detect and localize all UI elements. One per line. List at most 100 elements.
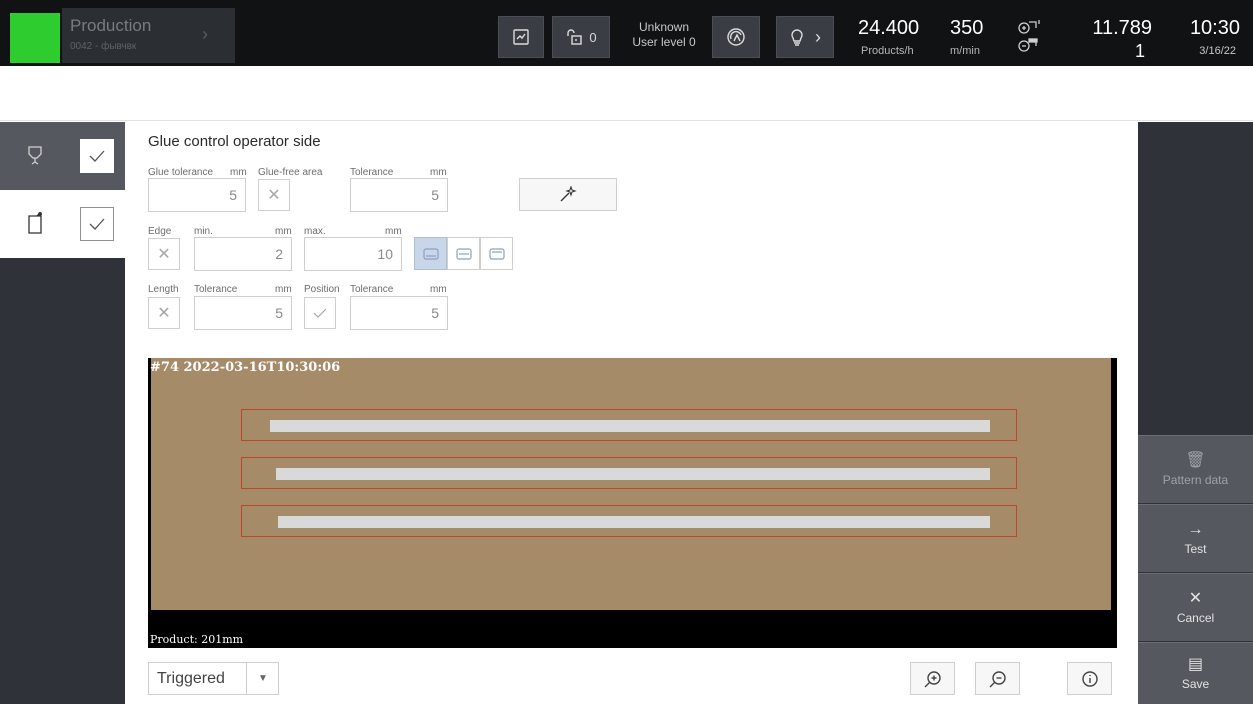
max-unit: mm <box>385 226 402 237</box>
glue-free-area-checkbox[interactable]: ✕ <box>258 179 290 211</box>
close-icon: ✕ <box>267 187 281 204</box>
test-button[interactable]: → Test <box>1138 504 1253 572</box>
edge-label: Edge <box>148 226 172 237</box>
test-label: Test <box>1184 541 1207 556</box>
production-order: 0042 - фывчвк <box>70 41 137 52</box>
zoom-in-button[interactable] <box>910 662 955 695</box>
info-button[interactable] <box>1067 662 1112 695</box>
waste-button[interactable] <box>712 16 760 58</box>
tolerance-label: Tolerance <box>350 167 394 178</box>
edge-mode-bottom-button[interactable] <box>414 237 447 270</box>
left-tab-glue[interactable] <box>0 122 125 190</box>
trash-icon: 🗑 <box>1185 451 1206 469</box>
zoom-in-icon <box>924 670 941 687</box>
min-unit: mm <box>275 226 292 237</box>
length-tolerance-input[interactable]: 5 <box>194 296 292 330</box>
clock-date: 3/16/22 <box>1199 45 1236 57</box>
note-button[interactable] <box>498 16 544 58</box>
arrow-right-icon: → <box>1187 520 1204 538</box>
info-icon <box>1081 670 1098 687</box>
trigger-mode-select[interactable]: Triggered ▼ <box>148 662 279 695</box>
speed-products-readout: 24.400 Products/h <box>858 17 919 57</box>
position-checkbox[interactable] <box>304 297 336 329</box>
edge-mode-middle-button[interactable] <box>447 237 480 270</box>
trigger-mode-value: Triggered <box>157 670 225 687</box>
waste-icon <box>727 28 745 46</box>
message-bar <box>0 66 1253 121</box>
edge-max-input[interactable]: 10 <box>304 237 402 271</box>
position-tolerance-unit: mm <box>430 284 447 295</box>
close-icon: ✕ <box>157 305 171 322</box>
top-bar: Production 0042 - фывчвк › 0 Unknown Use… <box>0 0 1253 66</box>
lightbulb-icon <box>791 29 803 46</box>
cancel-button[interactable]: ✕ Cancel <box>1138 573 1253 641</box>
edge-checkbox[interactable]: ✕ <box>148 238 180 270</box>
glue-line <box>276 468 990 480</box>
rev-up-down-icon <box>1018 20 1040 52</box>
edge-bottom-icon <box>422 247 439 260</box>
left-tab-document-checkbox[interactable] <box>80 207 114 241</box>
speed-adjust-icons[interactable] <box>1017 16 1043 56</box>
production-title: Production <box>70 16 152 35</box>
glue-control-panel: Glue control operator side Glue toleranc… <box>125 122 1138 704</box>
tolerance-input[interactable]: 5 <box>350 178 448 212</box>
pattern-data-button[interactable]: 🗑 Pattern data <box>1138 435 1253 503</box>
min-label: min. <box>194 226 213 237</box>
cancel-label: Cancel <box>1176 610 1215 625</box>
right-sidebar: 🗑 Pattern data → Test ✕ Cancel ▤ Save <box>1138 122 1253 704</box>
edge-mode-top-button[interactable] <box>480 237 513 270</box>
left-tab-glue-checkbox[interactable] <box>80 139 114 173</box>
glue-tolerance-label: Glue tolerance <box>148 167 214 178</box>
checkmark-icon <box>313 308 327 318</box>
production-selector[interactable]: Production 0042 - фывчвк › <box>62 8 235 63</box>
length-tolerance-label: Tolerance <box>194 284 238 295</box>
camera-image-viewer[interactable]: #74 2022-03-16T10:30:06 Product: 201mm <box>148 358 1117 648</box>
tolerance-unit: mm <box>430 167 447 178</box>
chevron-down-icon[interactable]: ▼ <box>246 663 279 694</box>
edge-top-icon <box>488 247 505 260</box>
checkmark-icon <box>89 150 105 162</box>
glue-free-area-label: Glue-free area <box>258 167 323 178</box>
lock-icon <box>567 29 583 45</box>
position-tolerance-label: Tolerance <box>350 284 394 295</box>
chevron-right-icon: › <box>202 24 208 44</box>
magic-wand-icon <box>560 185 577 201</box>
app-window: Production 0042 - фывчвк › 0 Unknown Use… <box>0 0 1253 704</box>
length-label: Length <box>148 284 179 295</box>
speed-products-unit: Products/h <box>861 45 914 57</box>
pattern-data-label: Pattern data <box>1162 472 1229 487</box>
save-button[interactable]: ▤ Save <box>1138 642 1253 704</box>
position-tolerance-input[interactable]: 5 <box>350 296 448 330</box>
document-icon <box>25 212 45 236</box>
glue-tolerance-input[interactable]: 5 <box>148 178 246 212</box>
save-label: Save <box>1181 676 1210 691</box>
close-icon: ✕ <box>157 246 171 263</box>
counter-total: 11.789 <box>1092 17 1152 39</box>
save-icon: ▤ <box>1187 655 1204 673</box>
auto-teach-button[interactable] <box>519 178 617 211</box>
length-checkbox[interactable]: ✕ <box>148 297 180 329</box>
left-tab-document[interactable] <box>0 190 125 258</box>
position-label: Position <box>304 284 340 295</box>
clock-time: 10:30 <box>1189 17 1240 39</box>
note-icon <box>513 29 529 45</box>
glue-tolerance-unit: mm <box>230 167 247 178</box>
panel-title: Glue control operator side <box>148 133 321 150</box>
speed-products-value: 24.400 <box>858 17 920 39</box>
machine-status-indicator[interactable] <box>10 13 60 63</box>
counter-sub: 1 <box>1134 41 1145 61</box>
user-info[interactable]: Unknown User level 0 <box>622 20 706 50</box>
close-icon: ✕ <box>1188 589 1203 607</box>
glue-line <box>278 516 990 528</box>
user-name: Unknown <box>638 20 690 34</box>
left-sidebar <box>0 122 125 704</box>
speed-belt-unit: m/min <box>950 45 980 57</box>
speed-belt-readout: 350 m/min <box>950 17 983 57</box>
tips-button[interactable]: › <box>776 16 834 58</box>
zoom-out-button[interactable] <box>975 662 1020 695</box>
lock-button[interactable]: 0 <box>552 16 610 58</box>
edge-min-input[interactable]: 2 <box>194 237 292 271</box>
max-label: max. <box>304 226 326 237</box>
checkmark-icon <box>89 218 105 230</box>
chevron-right-icon: › <box>815 26 821 47</box>
